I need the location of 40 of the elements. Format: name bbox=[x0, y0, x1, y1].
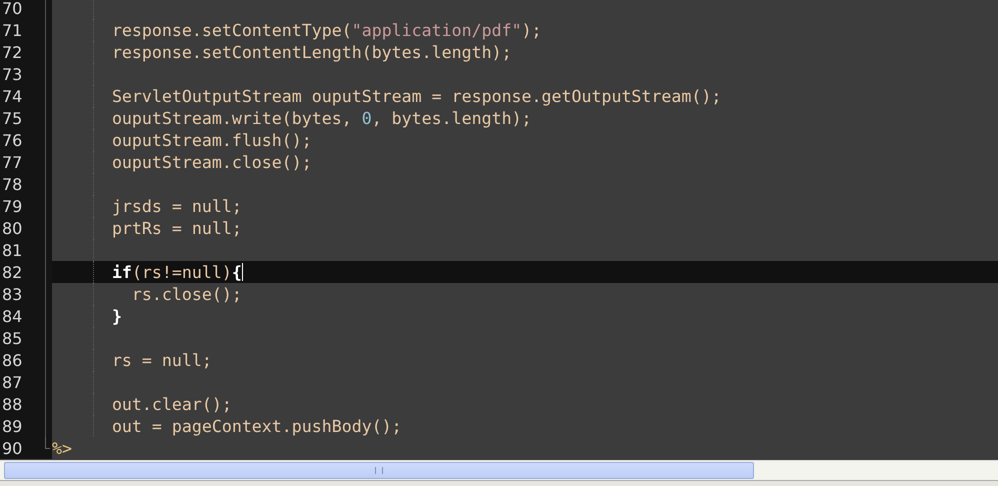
line-number: 75 bbox=[1, 108, 22, 128]
code-line: response.setContentType("application/pdf"); bbox=[110, 20, 542, 40]
code-line: ouputStream.flush(); bbox=[110, 130, 312, 150]
line-number: 83 bbox=[1, 284, 22, 304]
line-number: 87 bbox=[1, 372, 22, 392]
code-line: if(rs!=null){ bbox=[110, 262, 242, 282]
horizontal-scrollbar[interactable] bbox=[0, 460, 998, 480]
line-number: 72 bbox=[1, 42, 22, 62]
code-line: rs = null; bbox=[110, 350, 212, 370]
line-number: 78 bbox=[1, 174, 22, 194]
line-number: 90 bbox=[1, 438, 22, 458]
line-number: 74 bbox=[1, 86, 22, 106]
code-line: %> bbox=[52, 438, 72, 458]
scrollbar-thumb[interactable] bbox=[4, 462, 754, 479]
code-line: response.setContentLength(bytes.length); bbox=[110, 42, 512, 62]
code-line: ouputStream.close(); bbox=[110, 152, 312, 172]
line-number: 71 bbox=[1, 20, 22, 40]
line-number: 73 bbox=[1, 64, 22, 84]
code-line: ServletOutputStream ouputStream = response.getOutputStream(); bbox=[110, 86, 722, 106]
fold-end-marker[interactable] bbox=[45, 437, 50, 449]
code-line: jrsds = null; bbox=[110, 196, 242, 216]
line-number: 76 bbox=[1, 130, 22, 150]
line-number: 81 bbox=[1, 240, 22, 260]
code-line: rs.close(); bbox=[130, 284, 242, 304]
code-line: } bbox=[110, 306, 122, 326]
line-number: 79 bbox=[1, 196, 22, 216]
text-cursor bbox=[242, 263, 243, 281]
line-number: 84 bbox=[1, 306, 22, 326]
line-number: 88 bbox=[1, 394, 22, 414]
code-line: out = pageContext.pushBody(); bbox=[110, 416, 402, 436]
line-number: 86 bbox=[1, 350, 22, 370]
line-number: 70 bbox=[1, 0, 22, 18]
code-line: out.clear(); bbox=[110, 394, 232, 414]
line-number: 80 bbox=[1, 218, 22, 238]
line-number: 82 bbox=[1, 262, 22, 282]
code-line: ouputStream.write(bytes, 0, bytes.length); bbox=[110, 108, 532, 128]
line-number: 89 bbox=[1, 416, 22, 436]
line-number: 85 bbox=[1, 328, 22, 348]
code-line: prtRs = null; bbox=[110, 218, 242, 238]
line-number: 77 bbox=[1, 152, 22, 172]
